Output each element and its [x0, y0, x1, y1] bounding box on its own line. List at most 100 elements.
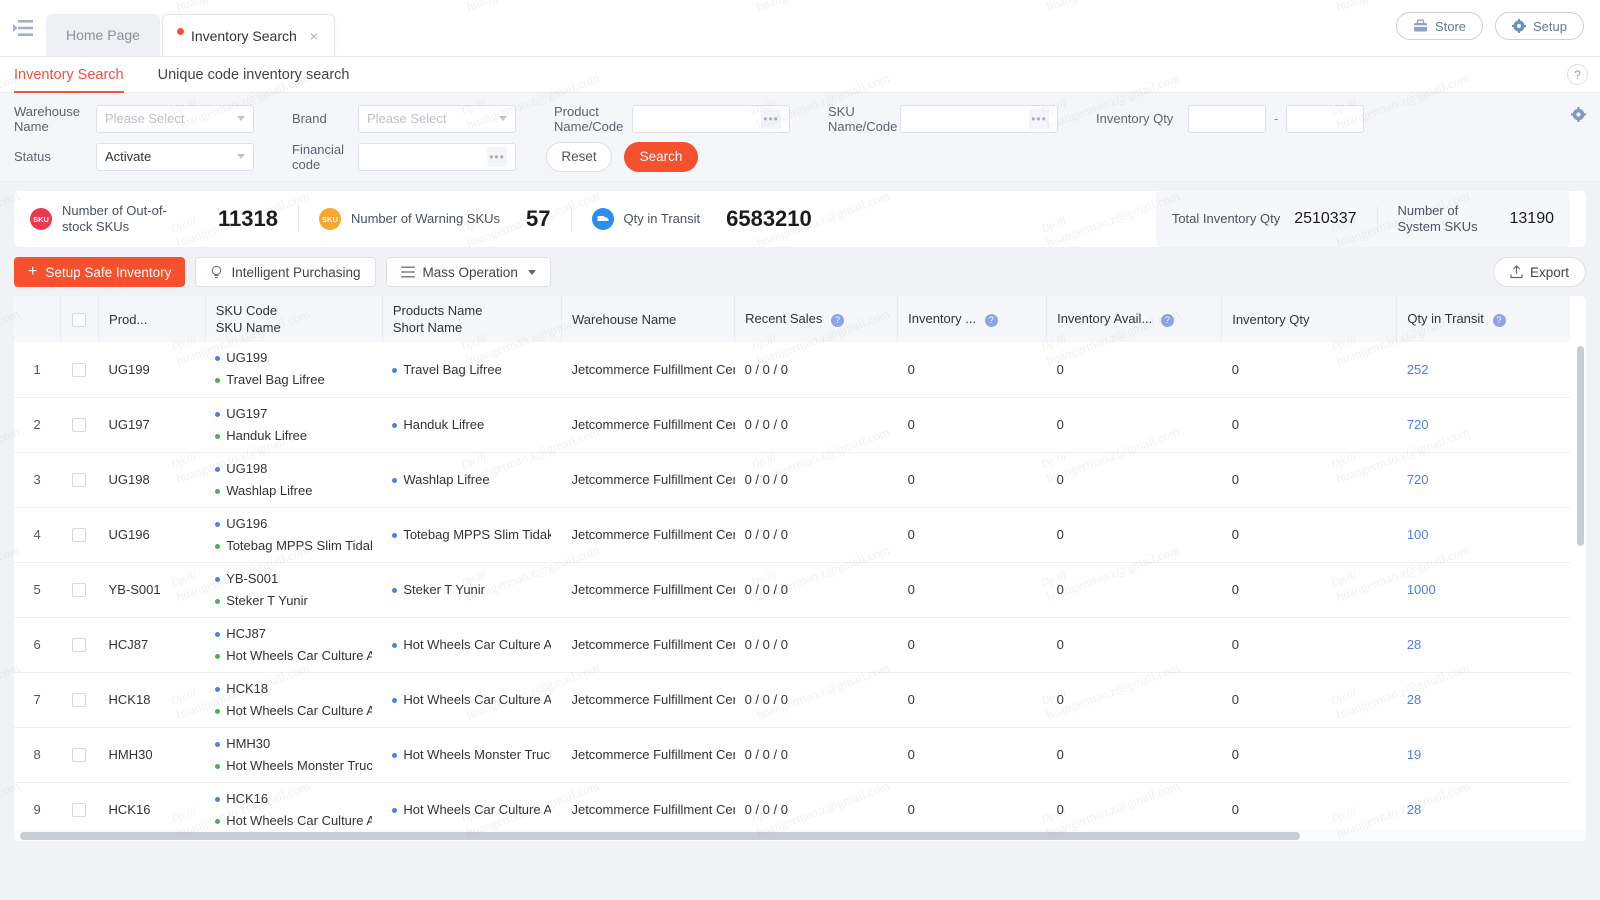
info-icon[interactable]: ? — [831, 313, 845, 327]
table-row[interactable]: 2 UG197 UG197 Handuk Lifree Handuk Lifree Jet… — [14, 397, 1570, 453]
export-button[interactable]: Export — [1492, 257, 1586, 287]
setup-button[interactable]: Setup — [1495, 12, 1584, 40]
row-select-cell[interactable] — [60, 507, 99, 563]
qty-in-transit-link[interactable]: 28 — [1407, 692, 1421, 707]
cell-inventory-qty: 0 — [1221, 782, 1397, 838]
info-icon[interactable]: ? — [1492, 313, 1506, 327]
tab-unique-code-inventory-search[interactable]: Unique code inventory search — [158, 57, 350, 93]
financial-code-input[interactable]: ••• — [358, 142, 516, 171]
row-checkbox[interactable] — [72, 528, 87, 543]
table-row[interactable]: 4UG196UG196Totebag MPPS Slim Tidak GeTot… — [14, 507, 1570, 563]
row-select-cell[interactable] — [60, 342, 99, 398]
status-select[interactable]: Activate — [96, 142, 254, 171]
row-select-cell[interactable] — [60, 727, 99, 783]
th-qty-in-transit[interactable]: Qty in Transit ? — [1396, 296, 1570, 342]
qty-in-transit-link[interactable]: 100 — [1407, 527, 1429, 542]
table-row[interactable]: 7HCK18HCK18Hot Wheels Car Culture AutcHo… — [14, 672, 1570, 728]
qty-in-transit-link[interactable]: 28 — [1407, 802, 1421, 817]
row-checkbox[interactable] — [72, 803, 87, 818]
th-inventory-available[interactable]: Inventory Avail... ? — [1046, 296, 1223, 342]
setup-safe-inventory-button[interactable]: + Setup Safe Inventory — [14, 257, 186, 287]
table-row[interactable]: 9HCK16HCK16Hot Wheels Car Culture AutcHo… — [14, 782, 1570, 838]
cell-product: UG198 — [98, 452, 206, 508]
row-select-cell[interactable] — [60, 397, 99, 453]
more-options-icon[interactable]: ••• — [1029, 108, 1049, 129]
row-index: 3 — [14, 452, 61, 508]
sku-name-code-input[interactable]: ••• — [900, 104, 1058, 133]
help-icon[interactable]: ? — [1567, 64, 1588, 85]
tab-label: Unique code inventory search — [157, 66, 350, 83]
search-button[interactable]: Search — [624, 141, 698, 172]
th-product[interactable]: Prod... — [98, 296, 206, 342]
row-select-cell[interactable] — [60, 782, 99, 838]
sku-code: HMH30 — [215, 733, 372, 755]
mass-operation-button[interactable]: Mass Operation — [385, 257, 551, 287]
qty-in-transit-link[interactable]: 720 — [1407, 472, 1429, 487]
sku-code: UG196 — [215, 513, 372, 535]
table-row[interactable]: 1 UG199 UG199 Travel Bag Lifree Travel Bag L… — [14, 342, 1570, 398]
qty-in-transit-link[interactable]: 1000 — [1407, 582, 1436, 597]
inventory-qty-max-input[interactable] — [1286, 104, 1365, 133]
reset-button[interactable]: Reset — [546, 141, 612, 172]
row-checkbox[interactable] — [72, 638, 87, 653]
info-icon[interactable]: ? — [984, 313, 998, 327]
cell-inventory-qty: 0 — [1221, 562, 1397, 618]
row-checkbox[interactable] — [72, 473, 87, 488]
qty-in-transit-link[interactable]: 720 — [1407, 417, 1429, 432]
sidebar-toggle-icon[interactable] — [0, 0, 46, 56]
inventory-qty-min-input[interactable] — [1188, 104, 1266, 133]
horizontal-scrollbar-track[interactable] — [14, 830, 1586, 841]
brand-select[interactable]: Please Select — [358, 104, 516, 133]
th-products-name[interactable]: Products Name Short Name — [382, 296, 562, 342]
stat-warning-skus: SKU Number of Warning SKUs 57 — [318, 206, 551, 232]
table-row[interactable]: 5 YB-S001 YB-S001 Steker T Yunir Steker T Yu… — [14, 562, 1570, 618]
select-all-checkbox[interactable] — [72, 312, 87, 327]
cell-sku: UG196Totebag MPPS Slim Tidak Ge — [205, 507, 383, 563]
browser-tab-strip: Home Page Inventory Search × — [46, 0, 337, 56]
filter-settings-gear-icon[interactable] — [1571, 107, 1586, 127]
horizontal-scrollbar-thumb[interactable] — [20, 832, 1300, 840]
sku-name: Hot Wheels Monster Trucks ( — [215, 755, 372, 777]
cell-inventory: 0 — [897, 342, 1047, 398]
browser-tab-inventory-search[interactable]: Inventory Search × — [161, 14, 335, 56]
th-recent-sales[interactable]: Recent Sales ? — [734, 296, 899, 342]
info-icon[interactable]: ? — [1160, 313, 1174, 327]
qty-in-transit-link[interactable]: 19 — [1407, 747, 1421, 762]
row-checkbox[interactable] — [72, 363, 87, 378]
row-checkbox[interactable] — [72, 418, 87, 433]
stats-section: SKU Number of Out-of-stock SKUs 11318 SK… — [0, 182, 1600, 247]
intelligent-purchasing-button[interactable]: Intelligent Purchasing — [195, 257, 376, 287]
cell-inventory: 0 — [897, 507, 1047, 563]
table-row[interactable]: 6HCJ87HCJ87Hot Wheels Car Culture AutcHo… — [14, 617, 1570, 673]
row-select-cell[interactable] — [60, 617, 99, 673]
chevron-down-icon — [499, 116, 507, 121]
more-options-icon[interactable]: ••• — [761, 108, 781, 129]
total-inventory-qty-label: Total Inventory Qty — [1171, 211, 1281, 226]
vertical-scrollbar[interactable] — [1577, 346, 1584, 546]
th-sku[interactable]: SKU Code SKU Name — [205, 296, 383, 342]
warehouse-name-select[interactable]: Please Select — [96, 104, 254, 133]
table-row[interactable]: 8HMH30HMH30Hot Wheels Monster Trucks (Ho… — [14, 727, 1570, 783]
more-options-icon[interactable]: ••• — [487, 146, 507, 167]
table-row[interactable]: 3 UG198 UG198 Washlap Lifree Washlap Lifree J… — [14, 452, 1570, 508]
row-checkbox[interactable] — [72, 693, 87, 708]
row-checkbox[interactable] — [72, 748, 87, 763]
close-icon[interactable]: × — [310, 29, 318, 43]
th-warehouse-name[interactable]: Warehouse Name — [561, 296, 736, 342]
qty-in-transit-link[interactable]: 28 — [1407, 637, 1421, 652]
row-select-cell[interactable] — [60, 452, 99, 508]
browser-tab-home-page[interactable]: Home Page — [46, 14, 160, 56]
row-checkbox[interactable] — [72, 583, 87, 598]
sku-code: HCK16 — [215, 788, 372, 810]
stats-bar: SKU Number of Out-of-stock SKUs 11318 SK… — [14, 191, 1586, 247]
th-inventory-qty[interactable]: Inventory Qty — [1221, 296, 1398, 342]
cell-qty-in-transit: 252 — [1396, 342, 1570, 398]
page-tabs: Inventory Search Unique code inventory s… — [0, 57, 1600, 93]
store-button[interactable]: Store — [1395, 12, 1484, 40]
th-inventory[interactable]: Inventory ... ? — [897, 296, 1048, 342]
row-select-cell[interactable] — [60, 672, 99, 728]
qty-in-transit-link[interactable]: 252 — [1407, 362, 1429, 377]
row-select-cell[interactable] — [60, 562, 99, 618]
tab-inventory-search[interactable]: Inventory Search — [14, 57, 124, 93]
product-name-code-input[interactable]: ••• — [632, 104, 790, 133]
